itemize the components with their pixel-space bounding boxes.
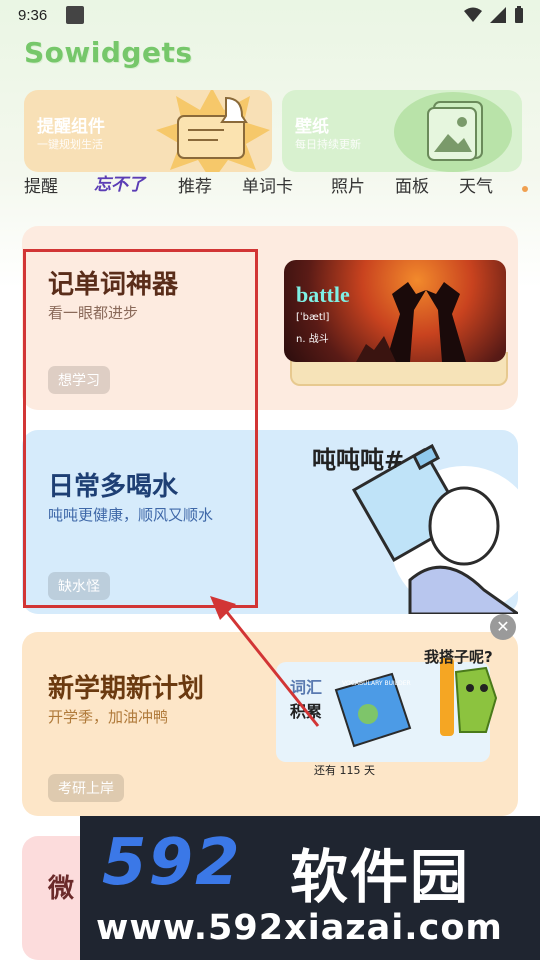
image-icon bbox=[427, 101, 483, 161]
watermark-banner: 592 软件园 www.592xiazai.com bbox=[80, 816, 540, 960]
reminder-widget-card[interactable]: 提醒组件 一键规划生活 bbox=[24, 90, 272, 172]
wifi-icon bbox=[464, 7, 482, 22]
signal-icon bbox=[490, 7, 506, 23]
tab-never-forget[interactable]: 忘不了 bbox=[94, 170, 145, 195]
word-phonetic: [ˈbætl] bbox=[296, 312, 330, 323]
countdown-text: 还有 115 天 bbox=[314, 764, 375, 777]
category-tabs: 提醒 忘不了 推荐 单词卡 照片 面板 天气 bbox=[0, 170, 540, 200]
watermark-brand: 592 bbox=[102, 826, 242, 900]
vocab-accumulate-card: 词汇 积累 VOCABULARY BUILDER bbox=[276, 658, 498, 762]
highlight-box bbox=[23, 249, 258, 608]
tab-panel[interactable]: 面板 bbox=[395, 172, 429, 197]
battle-illustration bbox=[356, 282, 466, 362]
tab-weather[interactable]: 天气 bbox=[459, 172, 493, 197]
close-icon[interactable]: ✕ bbox=[490, 614, 516, 640]
status-bar: 9:36 bbox=[0, 0, 540, 34]
mascot-speech: 我搭子呢? bbox=[424, 648, 493, 666]
tab-reminder[interactable]: 提醒 bbox=[24, 172, 58, 197]
tab-word-card[interactable]: 单词卡 bbox=[242, 172, 293, 197]
battery-icon bbox=[515, 6, 523, 23]
tab-photo[interactable]: 照片 bbox=[331, 172, 365, 197]
art-caption: 吨吨吨# bbox=[312, 446, 405, 474]
watermark-url: www.592xiazai.com bbox=[96, 908, 503, 948]
section-subtitle: 开学季，加油冲鸭 bbox=[48, 708, 169, 726]
book-title: VOCABULARY BUILDER bbox=[342, 680, 411, 687]
word-text: battle bbox=[296, 282, 350, 307]
notification-icon bbox=[66, 6, 84, 24]
wallpaper-card[interactable]: 壁纸 每日持续更新 bbox=[282, 90, 522, 172]
wallpaper-card-title: 壁纸 bbox=[295, 117, 329, 137]
section-title: 新学期新计划 bbox=[48, 674, 205, 704]
mascot-icon bbox=[440, 658, 498, 736]
word-meaning: n. 战斗 bbox=[296, 334, 329, 345]
status-icons bbox=[464, 6, 524, 24]
vocab-label-2: 积累 bbox=[290, 702, 323, 721]
tab-more-indicator bbox=[522, 186, 528, 192]
reminder-card-subtitle: 一键规划生活 bbox=[37, 138, 103, 151]
tab-recommend[interactable]: 推荐 bbox=[178, 172, 212, 197]
vocab-label-1: 词汇 bbox=[290, 678, 323, 697]
word-card-preview: battle [ˈbætl] n. 战斗 bbox=[284, 260, 506, 362]
status-time: 9:36 bbox=[18, 7, 48, 24]
watermark-brand-cn: 软件园 bbox=[290, 843, 471, 911]
bell-icon bbox=[156, 90, 270, 172]
app-logo: Sowidgets bbox=[24, 36, 193, 69]
wallpaper-card-subtitle: 每日持续更新 bbox=[295, 138, 361, 151]
reminder-card-title: 提醒组件 bbox=[37, 117, 105, 137]
section-tag[interactable]: 考研上岸 bbox=[48, 774, 124, 802]
section-title: 微 bbox=[48, 874, 75, 904]
